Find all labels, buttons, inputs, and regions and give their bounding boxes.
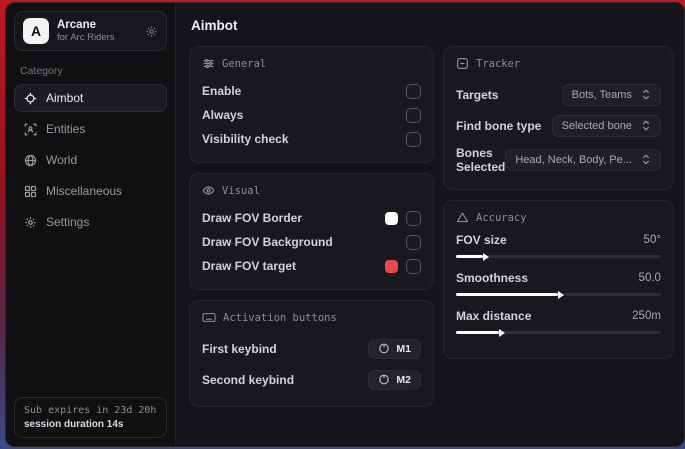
grid-icon	[24, 185, 37, 198]
keyboard-icon	[202, 311, 216, 324]
sidebar-item-label: Aimbot	[46, 91, 83, 105]
card-title: Visual	[222, 185, 260, 197]
mouse-icon	[378, 374, 390, 385]
app-window: A Arcane for Arc Riders Category	[5, 2, 685, 447]
sidebar-item-label: Settings	[46, 215, 89, 229]
setting-row-bones-selected: Bones Selected Head, Neck, Body, Pe...	[456, 141, 661, 178]
setting-row-enable: Enable	[202, 79, 421, 103]
subscription-info: Sub expires in 23d 20h session duration …	[14, 397, 167, 438]
slider-row-smoothness: Smoothness 50.0	[456, 271, 661, 296]
fov-size-slider[interactable]	[456, 255, 661, 258]
visibility-check-checkbox[interactable]	[406, 132, 421, 147]
max-distance-slider[interactable]	[456, 331, 661, 334]
box-minus-icon	[456, 57, 469, 70]
setting-row-always: Always	[202, 103, 421, 127]
smoothness-slider[interactable]	[456, 293, 661, 296]
bones-selected-dropdown[interactable]: Head, Neck, Body, Pe...	[505, 149, 661, 171]
card-title: General	[222, 58, 266, 70]
tracker-card: Tracker Targets Bots, Teams	[443, 46, 674, 190]
slider-fill[interactable]	[456, 331, 499, 334]
app-logo: A	[23, 18, 49, 44]
setting-row-fov-target: Draw FOV target	[202, 254, 421, 278]
fov-border-checkbox[interactable]	[406, 211, 421, 226]
fov-background-checkbox[interactable]	[406, 235, 421, 250]
sidebar-item-label: World	[46, 153, 77, 167]
gear-icon[interactable]	[145, 25, 158, 38]
fov-target-checkbox[interactable]	[406, 259, 421, 274]
always-checkbox[interactable]	[406, 108, 421, 123]
find-bone-type-dropdown[interactable]: Selected bone	[552, 115, 661, 137]
second-keybind-button[interactable]: M2	[368, 370, 421, 390]
fov-target-color-swatch[interactable]	[385, 260, 398, 273]
triangle-icon	[456, 211, 469, 224]
sidebar-item-label: Entities	[46, 122, 85, 136]
card-title: Tracker	[476, 58, 520, 70]
main-content: Aimbot	[176, 3, 684, 446]
setting-row-second-keybind: Second keybind M2	[202, 364, 421, 395]
targets-dropdown[interactable]: Bots, Teams	[562, 84, 661, 106]
fov-size-value: 50°	[644, 234, 661, 246]
first-keybind-button[interactable]: M1	[368, 339, 421, 359]
fov-border-color-swatch[interactable]	[385, 212, 398, 225]
smoothness-value: 50.0	[639, 272, 661, 284]
unfold-icon	[641, 120, 651, 131]
setting-row-targets: Targets Bots, Teams	[456, 79, 661, 110]
logo-card: A Arcane for Arc Riders	[14, 11, 167, 51]
unfold-icon	[641, 89, 651, 100]
desktop-background: A Arcane for Arc Riders Category	[0, 0, 685, 449]
sidebar-item-label: Miscellaneous	[46, 184, 122, 198]
sidebar-item-aimbot[interactable]: Aimbot	[14, 84, 167, 112]
setting-row-visibility-check: Visibility check	[202, 127, 421, 151]
app-subtitle: for Arc Riders	[57, 32, 115, 44]
setting-row-fov-border: Draw FOV Border	[202, 206, 421, 230]
slider-fill[interactable]	[456, 293, 558, 296]
sub-expiry-text: Sub expires in 23d 20h	[24, 405, 157, 416]
sidebar: A Arcane for Arc Riders Category	[6, 3, 176, 446]
max-distance-value: 250m	[632, 310, 661, 322]
general-card: General Enable Always Visibility check	[189, 46, 434, 163]
card-title: Accuracy	[476, 212, 527, 224]
enable-checkbox[interactable]	[406, 84, 421, 99]
slider-row-fov-size: FOV size 50°	[456, 233, 661, 258]
eye-icon	[202, 184, 215, 197]
globe-icon	[24, 154, 37, 167]
app-name: Arcane	[57, 18, 115, 32]
activation-buttons-card: Activation buttons First keybind	[189, 300, 434, 407]
sidebar-item-entities[interactable]: Entities	[14, 115, 167, 143]
visual-card: Visual Draw FOV Border Draw FOV Backgrou…	[189, 173, 434, 290]
sidebar-item-miscellaneous[interactable]: Miscellaneous	[14, 177, 167, 205]
sidebar-item-settings[interactable]: Settings	[14, 208, 167, 236]
unfold-icon	[641, 154, 651, 165]
mouse-icon	[378, 343, 390, 354]
page-title: Aimbot	[191, 18, 671, 33]
crosshair-icon	[24, 92, 37, 105]
sliders-icon	[202, 57, 215, 70]
session-duration-text: session duration 14s	[24, 419, 157, 430]
entities-icon	[24, 123, 37, 136]
slider-fill[interactable]	[456, 255, 483, 258]
gear-icon	[24, 216, 37, 229]
setting-row-first-keybind: First keybind M1	[202, 333, 421, 364]
sidebar-item-world[interactable]: World	[14, 146, 167, 174]
slider-row-max-distance: Max distance 250m	[456, 309, 661, 334]
category-label: Category	[20, 65, 161, 77]
card-title: Activation buttons	[223, 312, 337, 324]
accuracy-card: Accuracy FOV size 50°	[443, 200, 674, 359]
setting-row-find-bone-type: Find bone type Selected bone	[456, 110, 661, 141]
setting-row-fov-background: Draw FOV Background	[202, 230, 421, 254]
